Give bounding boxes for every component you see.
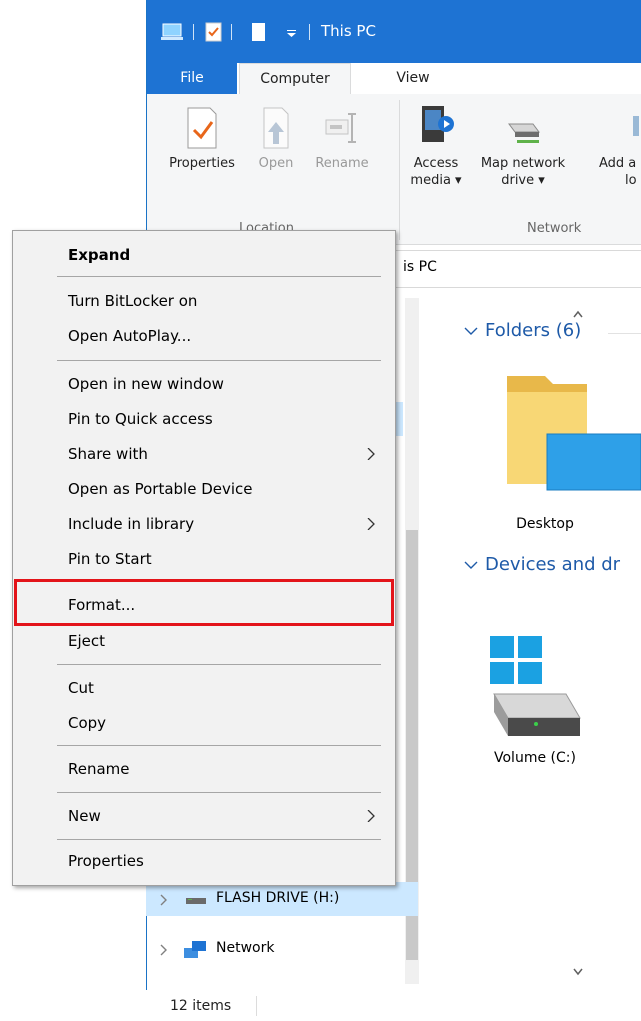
nav-row-network[interactable]: Network [146, 932, 418, 966]
menu-include-library-label: Include in library [68, 515, 195, 533]
open-label: Open [258, 156, 294, 171]
desktop-folder-icon[interactable] [505, 372, 641, 492]
devices-header[interactable]: Devices and dr [485, 554, 620, 575]
rename-label: Rename [315, 156, 369, 171]
nav-row-flash-drive[interactable]: FLASH DRIVE (H:) [146, 882, 418, 916]
properties-icon [187, 107, 217, 149]
desktop-label[interactable]: Desktop [500, 516, 590, 532]
map-network-label-1: Map network [480, 156, 566, 171]
group-network-label: Network [527, 221, 582, 236]
folders-rule [608, 333, 641, 334]
access-media-icon [422, 106, 454, 142]
menu-open-portable-device[interactable]: Open as Portable Device [13, 473, 395, 505]
menu-open-new-window[interactable]: Open in new window [13, 368, 395, 400]
folders-header[interactable]: Folders (6) [485, 320, 581, 341]
ribbon-tabs: File Computer View [147, 63, 641, 95]
menu-turn-bitlocker-on[interactable]: Turn BitLocker on [13, 285, 395, 317]
flash-drive-icon [186, 898, 206, 904]
quick-access-dropdown-icon[interactable] [287, 28, 297, 38]
tab-computer[interactable]: Computer [239, 63, 351, 94]
ribbon-divider [399, 100, 400, 240]
menu-eject[interactable]: Eject [13, 625, 395, 657]
expand-chevron-icon[interactable] [160, 944, 168, 956]
flash-drive-label: FLASH DRIVE (H:) [216, 890, 340, 906]
menu-separator [57, 839, 381, 840]
tab-view[interactable]: View [383, 63, 443, 94]
scroll-up-icon[interactable] [573, 310, 583, 318]
menu-properties[interactable]: Properties [13, 845, 395, 877]
status-divider [256, 996, 257, 1016]
rename-icon [325, 113, 356, 143]
properties-button[interactable]: Properties [157, 106, 247, 172]
properties-label: Properties [169, 156, 235, 171]
status-bar: 12 items [146, 990, 641, 1021]
menu-new[interactable]: New [13, 800, 395, 832]
devices-collapse-icon[interactable] [464, 560, 478, 570]
menu-separator [57, 745, 381, 746]
menu-copy[interactable]: Copy [13, 707, 395, 739]
menu-new-label: New [68, 807, 101, 825]
expand-chevron-icon[interactable] [160, 894, 168, 906]
volume-c-label[interactable]: Volume (C:) [494, 750, 614, 766]
menu-separator [57, 792, 381, 793]
open-icon [263, 107, 289, 149]
status-item-count: 12 items [170, 998, 232, 1014]
menu-share-with-label: Share with [68, 445, 148, 463]
network-label: Network [216, 940, 275, 956]
format-highlight-box [14, 579, 394, 626]
new-folder-quick-icon[interactable] [251, 22, 267, 42]
drive-c-icon[interactable] [488, 634, 584, 738]
folders-collapse-icon[interactable] [464, 326, 478, 336]
menu-separator [57, 360, 381, 361]
network-icon [184, 941, 206, 958]
menu-expand[interactable]: Expand [13, 239, 395, 271]
menu-separator [57, 664, 381, 665]
menu-separator [57, 276, 381, 277]
submenu-chevron-icon [367, 810, 375, 822]
rename-button[interactable]: Rename [309, 106, 375, 172]
menu-share-with[interactable]: Share with [13, 438, 395, 470]
title-bar: This PC [147, 0, 641, 63]
access-media-button[interactable]: Access media ▾ [405, 102, 467, 189]
add-location-label-2: lo [625, 173, 637, 188]
map-network-drive-button[interactable]: Map network drive ▾ [479, 102, 567, 189]
add-network-location-button[interactable]: Add a lo [599, 102, 641, 189]
map-network-label-2: drive ▾ [501, 173, 545, 188]
ribbon: Properties Open Rename Location Access m… [147, 94, 641, 245]
submenu-chevron-icon [367, 448, 375, 460]
network-drive-icon [508, 123, 540, 143]
context-menu: Expand Turn BitLocker on Open AutoPlay..… [12, 230, 396, 886]
access-media-label-1: Access [413, 156, 459, 171]
computer-icon [161, 23, 183, 40]
menu-rename[interactable]: Rename [13, 753, 395, 785]
menu-open-autoplay[interactable]: Open AutoPlay... [13, 320, 395, 352]
properties-quick-icon[interactable] [205, 22, 223, 42]
network-location-icon [633, 116, 639, 136]
menu-cut[interactable]: Cut [13, 672, 395, 704]
scroll-down-icon[interactable] [573, 968, 583, 976]
open-button[interactable]: Open [247, 106, 305, 172]
access-media-label-2: media ▾ [410, 173, 462, 188]
add-location-label-1: Add a [599, 156, 637, 171]
window-title: This PC [321, 22, 376, 40]
menu-include-library[interactable]: Include in library [13, 508, 395, 540]
menu-pin-to-start[interactable]: Pin to Start [13, 543, 395, 575]
submenu-chevron-icon [367, 518, 375, 530]
tab-file[interactable]: File [147, 63, 237, 94]
address-path: is PC [403, 259, 437, 275]
menu-pin-quick-access[interactable]: Pin to Quick access [13, 403, 395, 435]
